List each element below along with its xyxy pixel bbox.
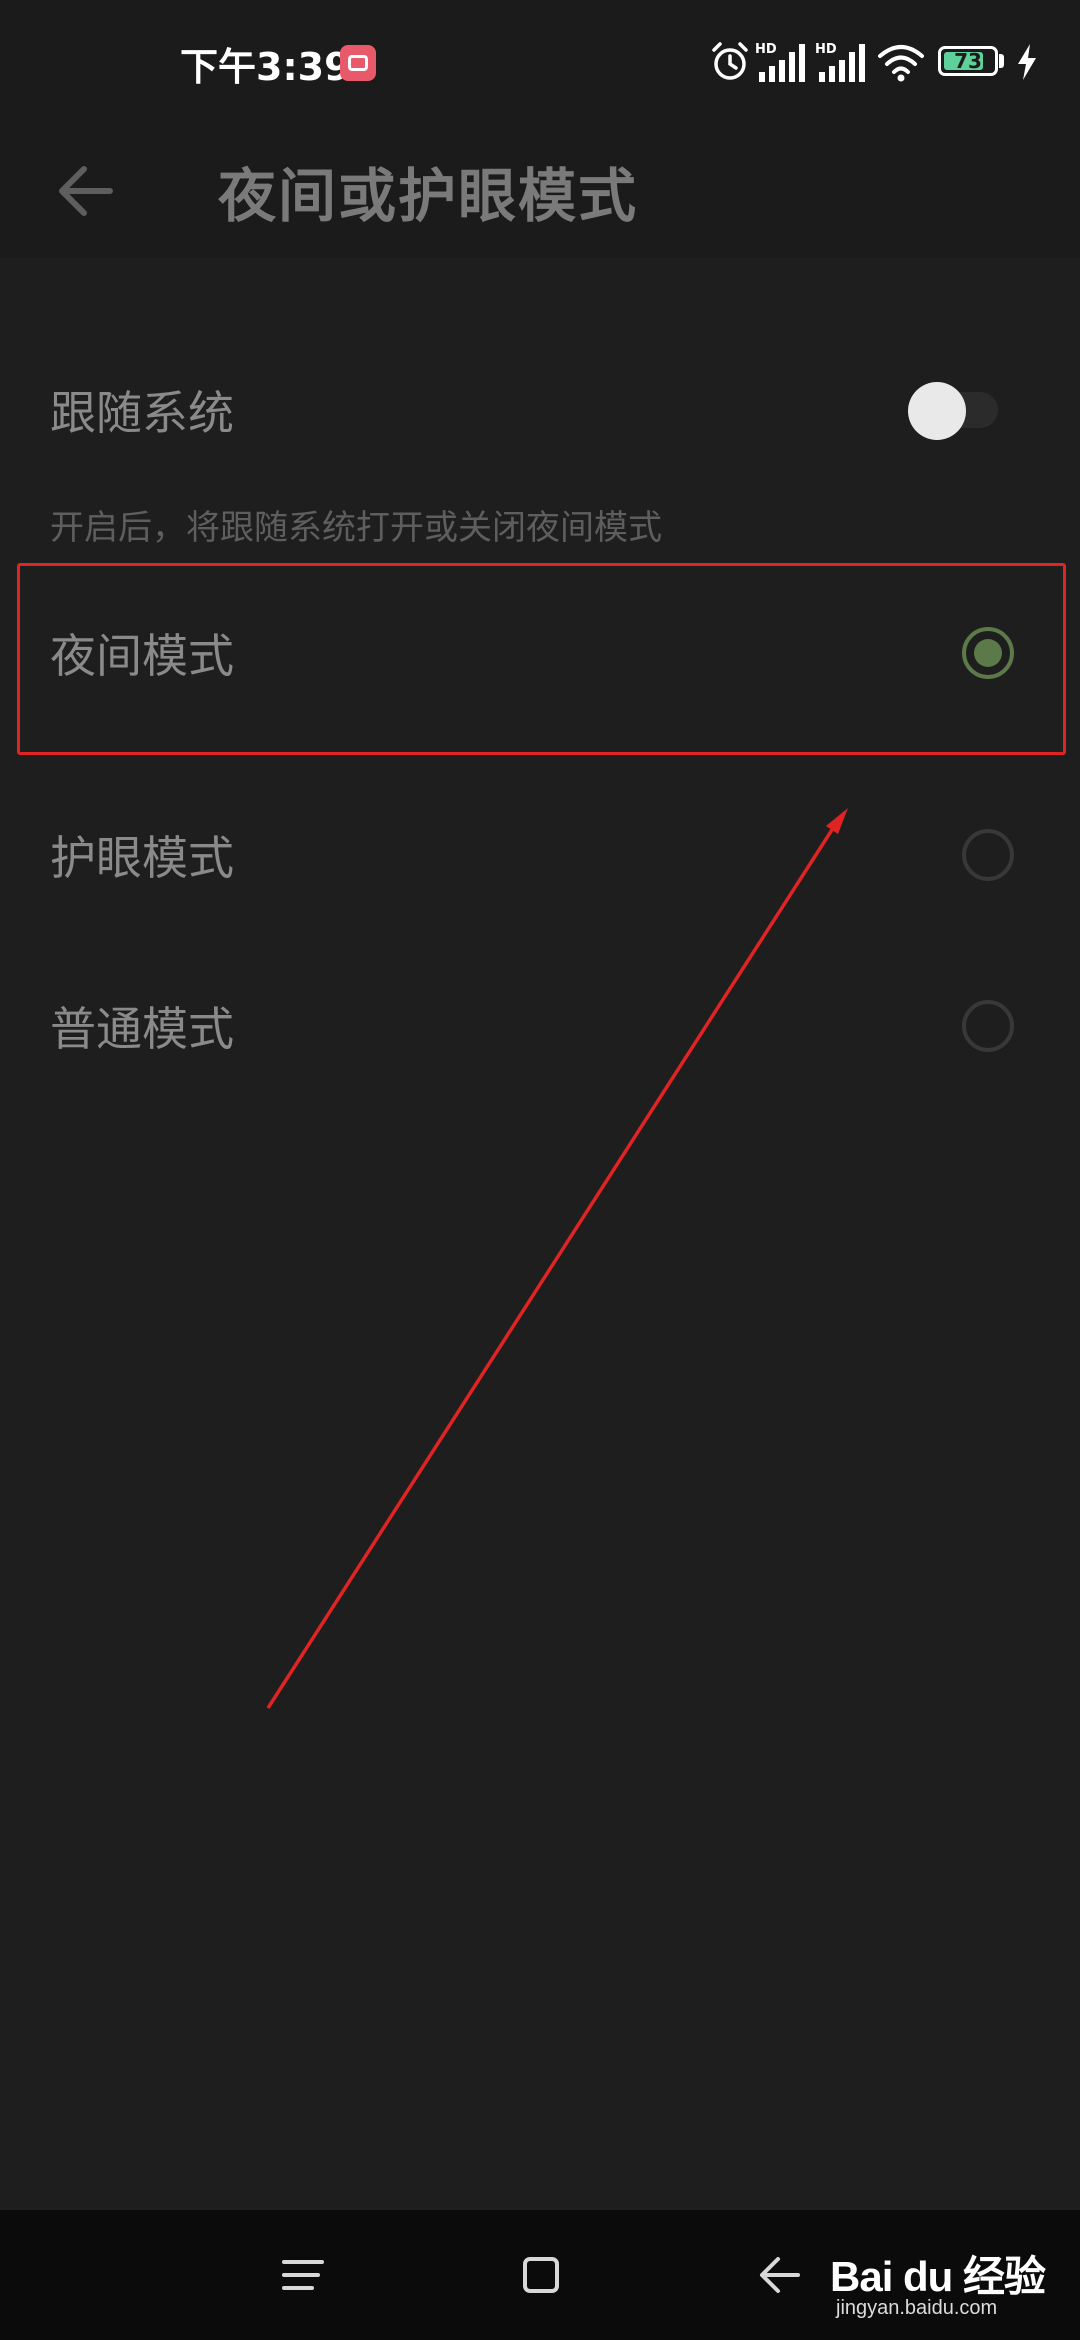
signal-icon: HD (815, 42, 865, 82)
watermark-brand: Bai du 经验 (830, 2253, 1046, 2300)
settings-content: 跟随系统 开启后，将跟随系统打开或关闭夜间模式 夜间模式 护眼模式 普通模式 (0, 257, 1080, 2207)
back-icon[interactable] (744, 2240, 814, 2310)
battery-icon: 73 (938, 40, 1010, 84)
app-notification-icon (340, 45, 376, 81)
radio-unselected-icon[interactable] (962, 829, 1014, 881)
follow-system-toggle[interactable] (908, 382, 998, 440)
watermark-url: jingyan.baidu.com (836, 2297, 998, 2319)
mode-label: 普通模式 (50, 1002, 234, 1056)
baidu-jingyan-watermark: Bai du 经验 jingyan.baidu.com (820, 2235, 1060, 2325)
signal-hd-label: HD (755, 42, 777, 57)
status-time: 下午3:39 (180, 45, 351, 89)
home-icon[interactable] (506, 2240, 576, 2310)
menu-icon[interactable] (268, 2240, 338, 2310)
battery-level: 73 (954, 49, 982, 73)
alarm-icon (712, 42, 748, 80)
page-title: 夜间或护眼模式 (218, 162, 639, 230)
radio-selected-icon[interactable] (962, 627, 1014, 679)
follow-system-label: 跟随系统 (50, 386, 234, 440)
charging-icon (1018, 44, 1036, 80)
mode-label: 护眼模式 (50, 831, 234, 885)
mode-option-normal[interactable]: 普通模式 (0, 940, 1080, 1112)
app-header: 夜间或护眼模式 (0, 125, 1080, 257)
toggle-knob (908, 382, 966, 440)
status-bar: 下午3:39 HD HD 73 (0, 0, 1080, 125)
wifi-icon (878, 45, 924, 82)
radio-unselected-icon[interactable] (962, 1000, 1014, 1052)
follow-system-row[interactable]: 跟随系统 (0, 330, 1080, 490)
mode-option-night[interactable]: 夜间模式 (0, 567, 1080, 739)
signal-hd-label: HD (815, 42, 837, 57)
mode-option-eye-care[interactable]: 护眼模式 (0, 769, 1080, 941)
arrow-left-icon[interactable] (40, 145, 132, 237)
mode-label: 夜间模式 (50, 629, 234, 683)
signal-icon: HD (755, 42, 805, 82)
follow-system-description: 开启后，将跟随系统打开或关闭夜间模式 (50, 508, 662, 548)
